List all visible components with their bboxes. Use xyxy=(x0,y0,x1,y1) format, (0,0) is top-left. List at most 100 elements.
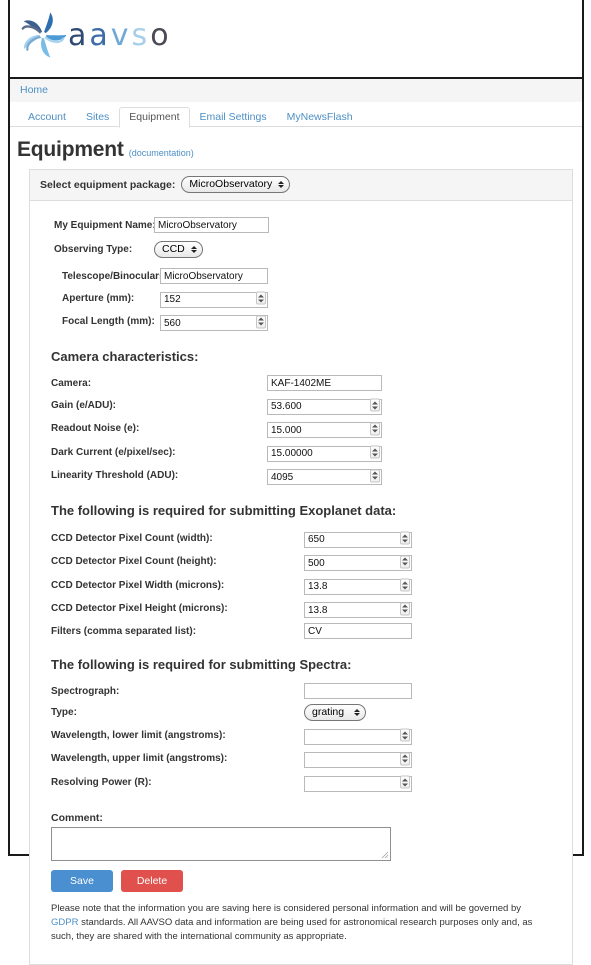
tab-bar: Account Sites Equipment Email Settings MyNew… xyxy=(10,102,582,129)
camera-field-stepper xyxy=(267,396,382,415)
delete-button[interactable]: Delete xyxy=(121,869,183,892)
tab-account[interactable]: Account xyxy=(18,107,76,129)
stepper-arrows-icon[interactable] xyxy=(400,531,410,545)
stepper-arrows-icon[interactable] xyxy=(256,315,266,329)
exoplanet-field-input[interactable] xyxy=(304,578,412,595)
spectra-type-select[interactable]: grating xyxy=(304,704,366,721)
exoplanet-field-label: CCD Detector Pixel Count (height): xyxy=(51,556,217,568)
camera-field-label: Linearity Threshold (ADU): xyxy=(51,470,179,482)
equipment-package-selected-value: MicroObservatory xyxy=(189,178,273,191)
stepper-arrows-icon[interactable] xyxy=(400,555,410,569)
exoplanet-field-row: CCD Detector Pixel Width (microns): xyxy=(51,576,560,595)
privacy-note-text-before: Please note that the information you are… xyxy=(51,902,522,914)
telescope-field-input[interactable] xyxy=(160,291,268,308)
equipment-name-row: My Equipment Name: xyxy=(54,217,560,233)
camera-field-stepper xyxy=(267,467,382,485)
tab-sites[interactable]: Sites xyxy=(76,107,119,129)
documentation-link[interactable]: (documentation) xyxy=(129,148,194,158)
equipment-form: My Equipment Name: Observing Type: CCD T… xyxy=(30,201,572,964)
exoplanet-field-input[interactable] xyxy=(304,623,412,639)
general-group: My Equipment Name: Observing Type: CCD xyxy=(54,217,560,258)
tab-label: Equipment xyxy=(129,110,180,123)
page-frame: aavso Home Account Sites Equipment Email Se… xyxy=(8,0,584,965)
observing-type-select[interactable]: CCD xyxy=(154,241,203,258)
comment-textarea[interactable] xyxy=(51,826,391,861)
camera-field-input[interactable] xyxy=(267,445,382,462)
exoplanet-field-input[interactable] xyxy=(304,602,412,618)
exoplanet-field-stepper xyxy=(304,576,412,595)
equipment-package-select[interactable]: MicroObservatory xyxy=(181,176,291,193)
equipment-name-input[interactable] xyxy=(154,217,269,233)
stepper-arrows-icon[interactable] xyxy=(256,291,266,305)
spectra-type-selected-value: grating xyxy=(312,706,345,719)
telescope-field-input[interactable] xyxy=(160,315,268,331)
privacy-note-text-after: standards. All AAVSO data and informatio… xyxy=(51,916,533,942)
telescope-field-stepper xyxy=(160,289,268,308)
exoplanet-field-stepper xyxy=(304,553,412,571)
stepper-arrows-icon[interactable] xyxy=(370,469,380,483)
aavso-wordmark: aavso xyxy=(68,18,172,53)
observing-type-selected-value: CCD xyxy=(162,243,185,256)
exoplanet-field-row: CCD Detector Pixel Count (height): xyxy=(51,553,560,571)
exoplanet-group: CCD Detector Pixel Count (width): CCD Det… xyxy=(51,529,560,639)
spectrograph-input[interactable] xyxy=(304,683,412,699)
stepper-arrows-icon[interactable] xyxy=(400,578,410,592)
tab-email-settings[interactable]: Email Settings xyxy=(190,107,277,129)
tab-label: MyNewsFlash xyxy=(286,110,353,123)
spectra-field-input[interactable] xyxy=(304,752,412,768)
camera-field-row: Camera: xyxy=(51,375,560,391)
observing-type-label: Observing Type: xyxy=(54,244,133,255)
stepper-arrows-icon[interactable] xyxy=(400,728,410,742)
wordmark-letter: o xyxy=(150,17,172,53)
camera-field-label: Camera: xyxy=(51,377,92,389)
camera-field-row: Gain (e/ADU): xyxy=(51,396,560,415)
spectra-field-row: Wavelength, upper limit (angstroms): xyxy=(51,750,560,768)
exoplanet-field-row: CCD Detector Pixel Height (microns): xyxy=(51,600,560,618)
stepper-arrows-icon[interactable] xyxy=(400,752,410,766)
tab-equipment[interactable]: Equipment xyxy=(119,106,190,128)
telescope-field-stepper xyxy=(160,313,268,331)
gdpr-link[interactable]: GDPR xyxy=(51,917,78,928)
breadcrumb: Home xyxy=(10,79,582,102)
stepper-arrows-icon[interactable] xyxy=(400,602,410,616)
exoplanet-field-row: Filters (comma separated list): xyxy=(51,623,560,639)
exoplanet-field-input[interactable] xyxy=(304,555,412,571)
page-title: Equipment xyxy=(17,138,124,161)
stepper-arrows-icon[interactable] xyxy=(370,422,380,436)
spectra-field-stepper xyxy=(304,726,412,745)
spectra-field-row: Resolving Power (R): xyxy=(51,773,560,792)
save-button[interactable]: Save xyxy=(51,869,113,892)
telescope-field-label: Telescope/Binoculars: xyxy=(62,270,168,282)
camera-field-input[interactable] xyxy=(267,469,382,485)
spectra-field-input[interactable] xyxy=(304,775,412,792)
camera-field-input[interactable] xyxy=(267,375,382,391)
tab-mynewsflash[interactable]: MyNewsFlash xyxy=(277,107,363,129)
camera-field-label: Dark Current (e/pixel/sec): xyxy=(51,446,176,458)
stepper-arrows-icon[interactable] xyxy=(370,445,380,459)
spectra-field-input[interactable] xyxy=(304,728,412,745)
camera-field-input[interactable] xyxy=(267,422,382,438)
comment-label: Comment: xyxy=(51,811,103,824)
telescope-field-input[interactable] xyxy=(160,268,268,284)
exoplanet-field-stepper xyxy=(304,600,412,618)
tab-label: Account xyxy=(28,110,66,123)
camera-field-label: Readout Noise (e): xyxy=(51,423,140,435)
breadcrumb-item-home[interactable]: Home xyxy=(20,84,48,96)
spectra-group: Spectrograph: Type: grating Wavelength, … xyxy=(51,683,560,792)
telescope-field-row: Aperture (mm): xyxy=(62,289,560,308)
camera-field-input[interactable] xyxy=(267,398,382,415)
stepper-arrows-icon[interactable] xyxy=(400,775,410,789)
exoplanet-field-stepper xyxy=(304,529,412,548)
site-logo[interactable]: aavso xyxy=(20,12,172,58)
stepper-arrows-icon[interactable] xyxy=(370,398,380,412)
camera-field-row: Dark Current (e/pixel/sec): xyxy=(51,443,560,462)
exoplanet-field-input[interactable] xyxy=(304,531,412,548)
telescope-field-label: Focal Length (mm): xyxy=(62,316,155,328)
spectra-field-label: Resolving Power (R): xyxy=(51,776,152,788)
wordmark-letter: s xyxy=(131,17,151,53)
exoplanet-field-row: CCD Detector Pixel Count (width): xyxy=(51,529,560,548)
exoplanet-section-heading: The following is required for submitting… xyxy=(51,503,397,518)
telescope-field-label: Aperture (mm): xyxy=(62,292,135,304)
camera-field-label: Gain (e/ADU): xyxy=(51,399,116,411)
tab-label: Email Settings xyxy=(199,110,267,123)
